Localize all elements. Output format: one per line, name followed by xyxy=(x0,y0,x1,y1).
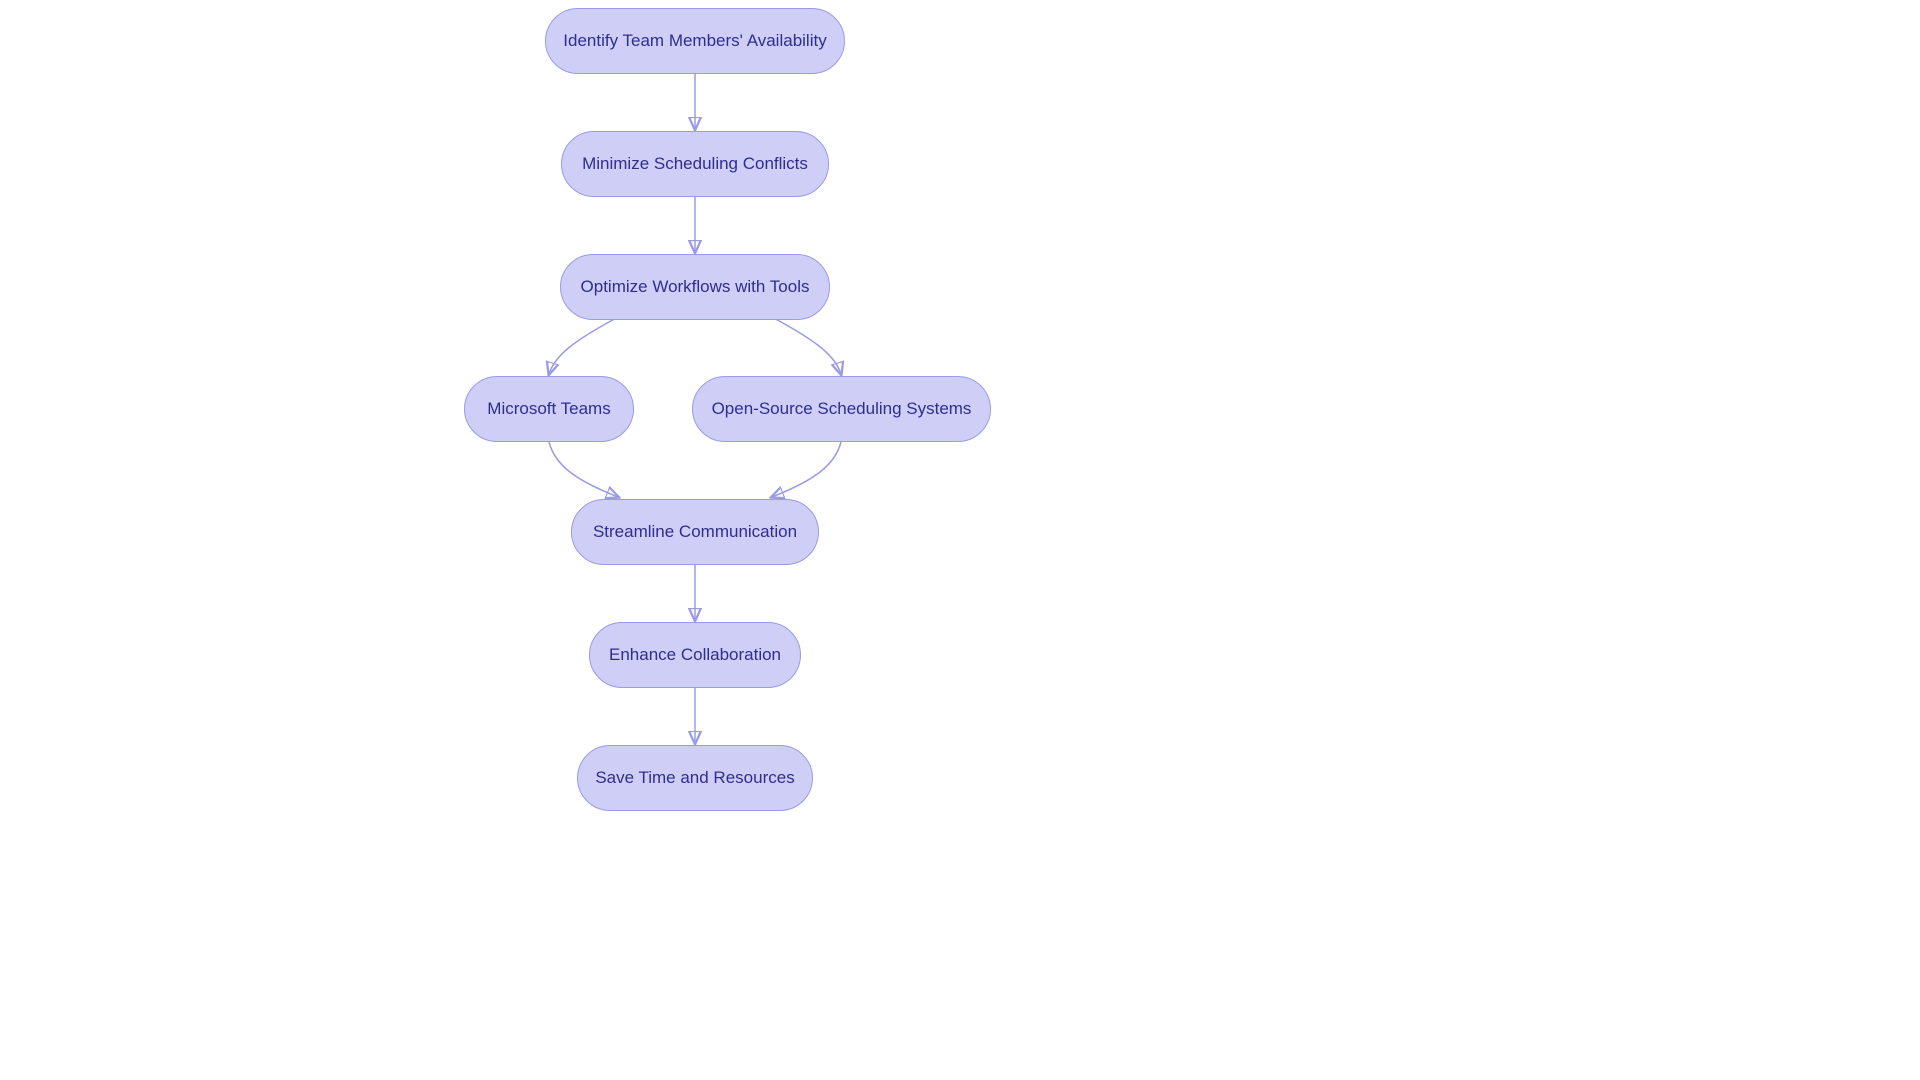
edge-n4-n6 xyxy=(549,442,618,497)
node-open-source-scheduling: Open-Source Scheduling Systems xyxy=(692,376,991,442)
node-label: Enhance Collaboration xyxy=(609,645,781,665)
node-label: Streamline Communication xyxy=(593,522,797,542)
node-label: Save Time and Resources xyxy=(595,768,794,788)
node-minimize-conflicts: Minimize Scheduling Conflicts xyxy=(561,131,829,197)
node-identify-availability: Identify Team Members' Availability xyxy=(545,8,845,74)
node-label: Optimize Workflows with Tools xyxy=(581,277,810,297)
node-optimize-workflows: Optimize Workflows with Tools xyxy=(560,254,830,320)
node-label: Identify Team Members' Availability xyxy=(563,31,826,51)
node-enhance-collaboration: Enhance Collaboration xyxy=(589,622,801,688)
node-save-time-resources: Save Time and Resources xyxy=(577,745,813,811)
node-label: Open-Source Scheduling Systems xyxy=(712,399,972,419)
node-label: Minimize Scheduling Conflicts xyxy=(582,154,808,174)
edge-n3-n4 xyxy=(549,316,620,374)
node-microsoft-teams: Microsoft Teams xyxy=(464,376,634,442)
edge-n5-n6 xyxy=(772,442,841,497)
node-label: Microsoft Teams xyxy=(487,399,610,419)
flowchart-edges xyxy=(0,0,1920,1080)
node-streamline-communication: Streamline Communication xyxy=(571,499,819,565)
edge-n3-n5 xyxy=(770,316,841,374)
